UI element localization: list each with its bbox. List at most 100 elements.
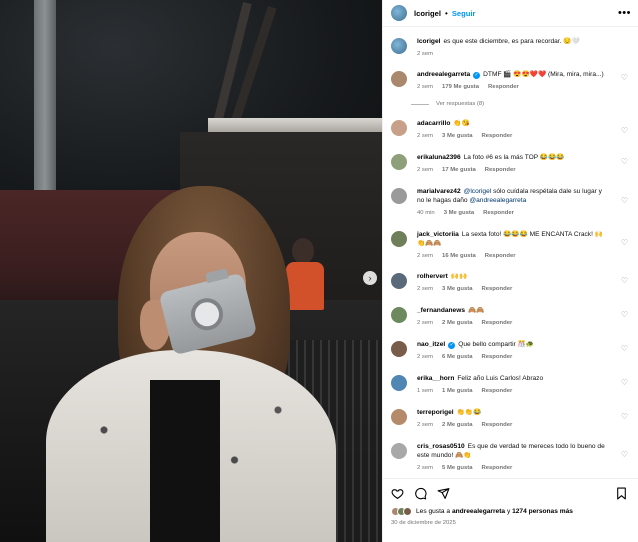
- avatar[interactable]: [391, 154, 407, 170]
- reply-button[interactable]: Responder: [482, 354, 513, 360]
- avatar[interactable]: [391, 341, 407, 357]
- heart-icon[interactable]: [391, 487, 404, 500]
- avatar[interactable]: [391, 71, 407, 87]
- comment-item: nao_itzel ✓ Que bello compartir 🎊🐢 2 sem 6 …: [391, 340, 631, 360]
- avatar[interactable]: [391, 5, 407, 21]
- avatar[interactable]: [391, 188, 407, 204]
- avatar[interactable]: [391, 38, 407, 54]
- reply-button[interactable]: Responder: [485, 253, 516, 259]
- reply-button[interactable]: Responder: [485, 167, 516, 173]
- reply-button[interactable]: Responder: [482, 286, 513, 292]
- avatar[interactable]: [391, 375, 407, 391]
- follow-button[interactable]: Seguir: [452, 9, 476, 18]
- heart-icon[interactable]: ♡: [621, 413, 628, 421]
- comment-likes[interactable]: 179 Me gusta: [442, 84, 479, 90]
- heart-icon[interactable]: ♡: [621, 127, 628, 135]
- comment-item: _fernandanews 🙈🙈 2 sem 2 Me gusta Responder: [391, 306, 631, 326]
- camera-lens: [187, 294, 227, 334]
- divider: [411, 103, 429, 105]
- comment-username[interactable]: terreporigel: [417, 409, 454, 416]
- comment-time: 2 sem: [417, 84, 434, 90]
- avatar[interactable]: [391, 273, 407, 289]
- heart-icon[interactable]: ♡: [621, 451, 628, 459]
- comment-item: jack_victoriia La sexta foto! 😂😂😂 ME ENCA…: [391, 230, 631, 259]
- comment-text: Que bello compartir 🎊🐢: [458, 341, 535, 348]
- post-header: lcorigel • Seguir •••: [383, 0, 638, 27]
- comment-text: Feliz año Luis Carlos! Abrazo: [457, 375, 544, 382]
- comment-likes[interactable]: 3 Me gusta: [442, 286, 472, 292]
- comment-likes[interactable]: 2 Me gusta: [442, 422, 472, 428]
- reply-button[interactable]: Responder: [482, 422, 513, 428]
- mention-link[interactable]: @lcorigel: [464, 188, 492, 195]
- heart-icon[interactable]: ♡: [621, 379, 628, 387]
- likes-connector: y: [506, 508, 511, 515]
- reply-button[interactable]: Responder: [482, 133, 513, 139]
- more-horizontal-icon[interactable]: •••: [618, 7, 631, 19]
- mention-link[interactable]: @andreealegarreta: [469, 197, 526, 204]
- post-actions: Les gusta a andreealegarreta y 1274 pers…: [383, 478, 638, 542]
- comment-username[interactable]: marialvarez42: [417, 188, 461, 195]
- comment-time: 2 sem: [417, 465, 434, 471]
- comment-username[interactable]: rolhervert: [417, 273, 448, 280]
- likes-summary: Les gusta a andreealegarreta y 1274 pers…: [391, 507, 573, 516]
- view-replies-button[interactable]: Ver respuestas (8): [411, 101, 484, 107]
- comment-likes[interactable]: 2 Me gusta: [442, 320, 472, 326]
- avatar[interactable]: [391, 120, 407, 136]
- heart-icon[interactable]: ♡: [621, 74, 628, 82]
- comment-username[interactable]: erika__horn: [417, 375, 454, 382]
- comment-item: marialvarez42 @lcorigel sólo cuídala resp…: [391, 187, 631, 216]
- reply-button[interactable]: Responder: [482, 465, 513, 471]
- heart-icon[interactable]: ♡: [621, 277, 628, 285]
- header-username[interactable]: lcorigel: [414, 9, 441, 18]
- comment-likes[interactable]: 1 Me gusta: [442, 388, 472, 394]
- comment-likes[interactable]: 6 Me gusta: [442, 354, 472, 360]
- comment-likes[interactable]: 17 Me gusta: [442, 167, 476, 173]
- comment-username[interactable]: andreealegarreta: [417, 71, 470, 78]
- avatar[interactable]: [391, 409, 407, 425]
- heart-icon[interactable]: ♡: [621, 345, 628, 353]
- verified-badge-icon: ✓: [473, 72, 481, 79]
- post-photo[interactable]: ›: [0, 0, 382, 542]
- send-icon[interactable]: [437, 487, 450, 500]
- comment-icon[interactable]: [414, 487, 427, 500]
- comment-time: 40 min: [417, 210, 435, 216]
- reply-button[interactable]: Responder: [482, 388, 513, 394]
- heart-icon[interactable]: ♡: [621, 158, 628, 166]
- view-replies-label: Ver respuestas (8): [436, 101, 485, 107]
- comment-username[interactable]: nao_itzel: [417, 341, 445, 348]
- comment-text: DTMF 🎬 😍😍❤️❤️ (Mira, mira, mira...): [483, 71, 604, 78]
- comment-username[interactable]: jack_victoriia: [417, 231, 459, 238]
- likes-user[interactable]: andreealegarreta: [452, 508, 505, 515]
- comment-likes[interactable]: 3 Me gusta: [444, 210, 474, 216]
- avatar[interactable]: [391, 307, 407, 323]
- reply-button[interactable]: Responder: [483, 210, 514, 216]
- heart-icon[interactable]: ♡: [621, 311, 628, 319]
- heart-icon[interactable]: ♡: [621, 197, 628, 205]
- comment-likes[interactable]: 16 Me gusta: [442, 253, 476, 259]
- caption-username[interactable]: lcorigel: [417, 38, 440, 45]
- reply-button[interactable]: Responder: [482, 320, 513, 326]
- comment-time: 2 sem: [417, 422, 434, 428]
- comment-username[interactable]: _fernandanews: [417, 307, 465, 314]
- avatar[interactable]: [391, 443, 407, 459]
- reply-button[interactable]: Responder: [488, 84, 519, 90]
- verified-badge-icon: ✓: [448, 342, 456, 349]
- avatar[interactable]: [391, 231, 407, 247]
- instagram-post: › lcorigel • Seguir ••• lcorigel es que e…: [0, 0, 638, 542]
- comment-username[interactable]: adacarrillo: [417, 120, 450, 127]
- comment-likes[interactable]: 5 Me gusta: [442, 465, 472, 471]
- likes-text: Les gusta a andreealegarreta y 1274 pers…: [416, 508, 573, 515]
- heart-icon[interactable]: ♡: [621, 239, 628, 247]
- comment-item: rolhervert 🙌🙌 2 sem 3 Me gusta Responder: [391, 272, 631, 292]
- chevron-right-icon[interactable]: ›: [363, 271, 377, 285]
- photo-background-person-head: [292, 238, 314, 264]
- comment-username[interactable]: erikaluna2396: [417, 154, 461, 161]
- comment-username[interactable]: cris_rosas0510: [417, 443, 465, 450]
- bookmark-icon[interactable]: [615, 487, 628, 500]
- comment-text: La foto #6 es la más TOP 😂😂😂: [463, 154, 565, 161]
- photo-background-person-body: [286, 262, 324, 310]
- likes-others[interactable]: 1274 personas más: [512, 508, 573, 515]
- comment-likes[interactable]: 3 Me gusta: [442, 133, 472, 139]
- comment-item: erikaluna2396 La foto #6 es la más TOP 😂😂…: [391, 153, 631, 173]
- avatar: [403, 507, 412, 516]
